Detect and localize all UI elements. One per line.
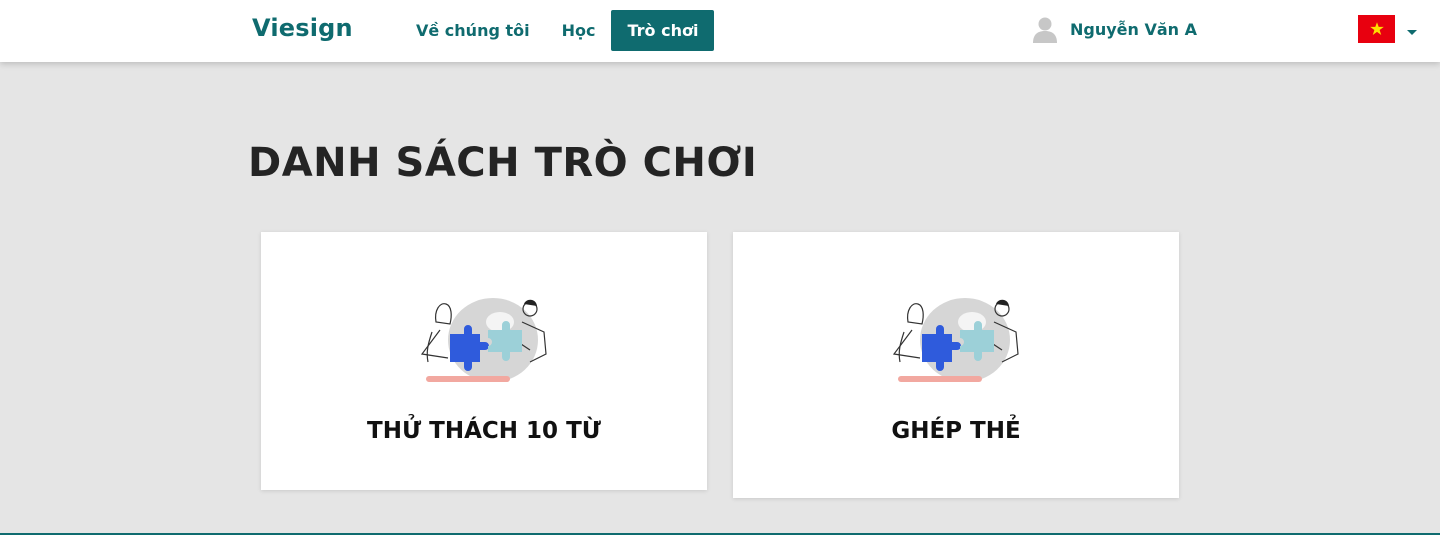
page-title: DANH SÁCH TRÒ CHƠI	[248, 140, 758, 186]
user-name: Nguyễn Văn A	[1070, 19, 1197, 39]
vietnam-flag-icon[interactable]	[1358, 15, 1395, 43]
user-avatar-icon	[1030, 14, 1060, 44]
caret-down-icon[interactable]	[1407, 30, 1417, 35]
nav-item-about[interactable]: Về chúng tôi	[400, 10, 546, 51]
puzzle-illustration-icon	[890, 292, 1022, 392]
main-nav: Về chúng tôi Học Trò chơi	[400, 10, 715, 51]
nav-item-learn[interactable]: Học	[546, 10, 612, 51]
game-card-10-words[interactable]: THỬ THÁCH 10 TỪ	[261, 232, 707, 490]
game-card-card-matching[interactable]: GHÉP THẺ	[733, 232, 1179, 498]
puzzle-illustration-icon	[418, 292, 550, 392]
game-label: THỬ THÁCH 10 TỪ	[367, 418, 601, 444]
logo[interactable]: Viesign	[252, 14, 353, 42]
top-navbar: Viesign Về chúng tôi Học Trò chơi Nguyễn…	[0, 0, 1440, 62]
nav-item-games[interactable]: Trò chơi	[611, 10, 715, 51]
user-menu[interactable]: Nguyễn Văn A	[1030, 9, 1197, 49]
game-label: GHÉP THẺ	[891, 418, 1021, 444]
